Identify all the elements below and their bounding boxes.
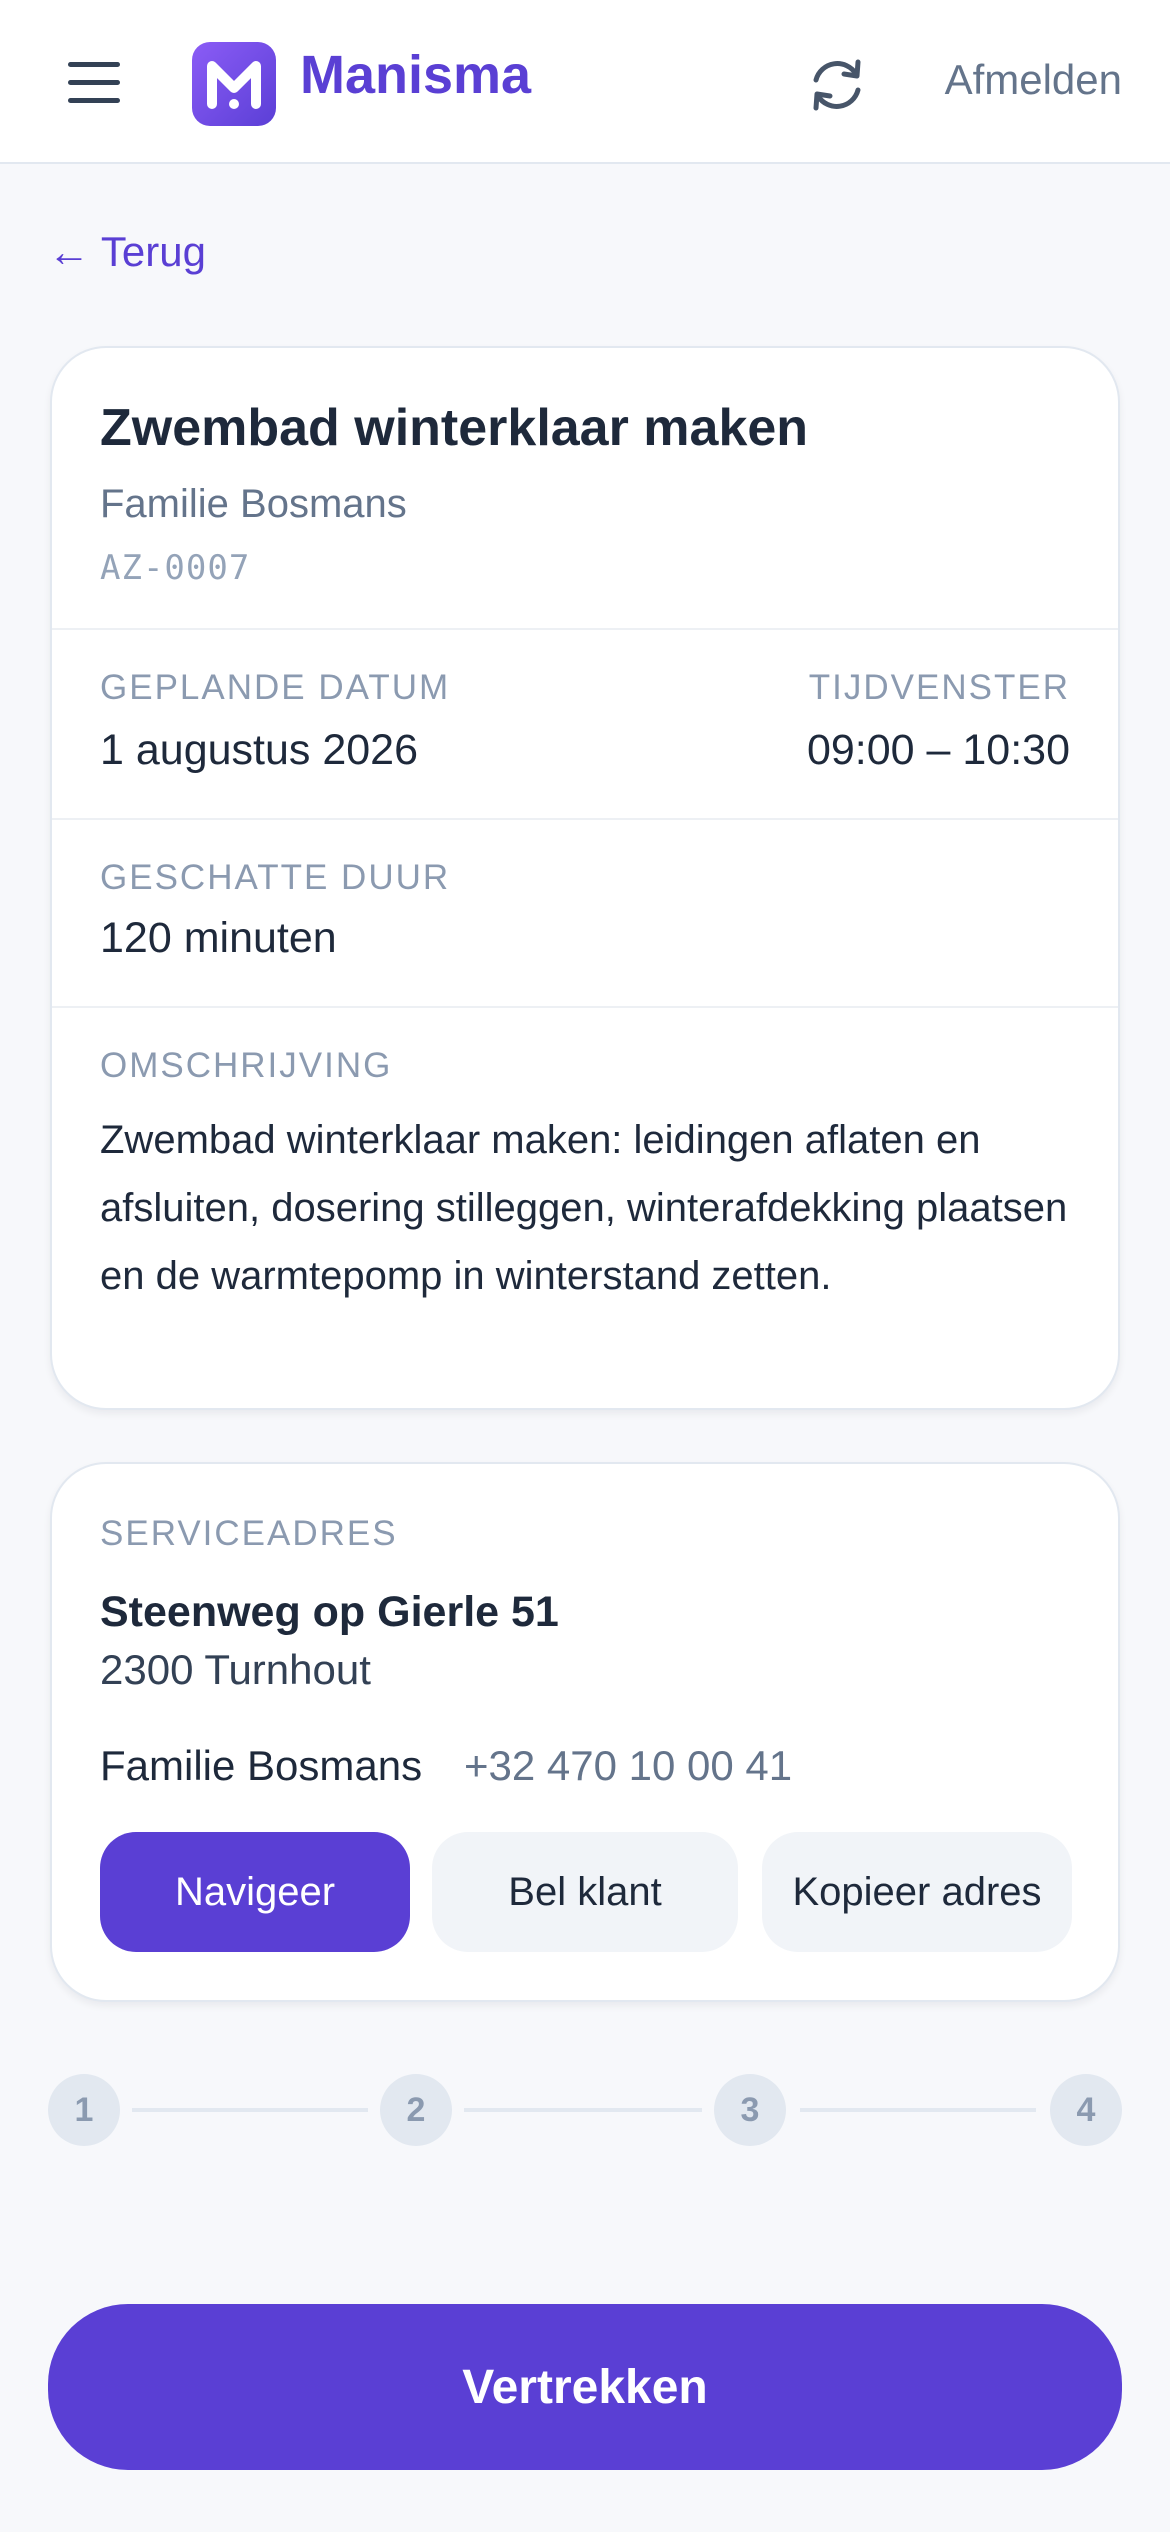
navigate-button[interactable]: Navigeer — [100, 1832, 410, 1952]
progress-stepper: 1 2 3 4 — [48, 2074, 1122, 2146]
step-3: 3 — [714, 2074, 786, 2146]
client-name: Familie Bosmans — [100, 482, 407, 526]
step-1: 1 — [48, 2074, 120, 2146]
divider — [52, 1006, 1118, 1008]
planned-date-label: GEPLANDE DATUM — [100, 668, 451, 707]
step-connector — [800, 2108, 1036, 2112]
top-bar: Manisma Afmelden — [0, 0, 1170, 164]
job-code: AZ-0007 — [100, 548, 251, 588]
depart-button[interactable]: Vertrekken — [48, 2304, 1122, 2470]
job-details-card: Zwembad winterklaar maken Familie Bosman… — [50, 346, 1120, 1410]
time-window-value: 09:00 – 10:30 — [806, 726, 1070, 774]
logout-button[interactable]: Afmelden — [945, 56, 1122, 104]
description-label: OMSCHRIJVING — [100, 1046, 393, 1085]
address-city: 2300 Turnhout — [100, 1646, 371, 1693]
address-street: Steenweg op Gierle 51 — [100, 1588, 559, 1636]
contact-name: Familie Bosmans — [100, 1742, 423, 1789]
job-title: Zwembad winterklaar maken — [100, 399, 809, 457]
service-address-card: SERVICEADRES Steenweg op Gierle 51 2300 … — [50, 1462, 1120, 2002]
refresh-icon[interactable] — [804, 52, 870, 118]
contact-phone[interactable]: +32 470 10 00 41 — [464, 1742, 792, 1790]
logo-icon — [192, 42, 276, 126]
step-connector — [464, 2108, 702, 2112]
step-2: 2 — [380, 2074, 452, 2146]
time-window-label: TIJDVENSTER — [808, 668, 1070, 707]
brand-name: Manisma — [300, 45, 532, 105]
menu-icon[interactable] — [64, 60, 120, 104]
back-link[interactable]: ← Terug — [48, 228, 206, 276]
divider — [52, 818, 1118, 820]
step-4: 4 — [1050, 2074, 1122, 2146]
duration-value: 120 minuten — [100, 914, 337, 962]
copy-address-button[interactable]: Kopieer adres — [762, 1832, 1072, 1952]
description-text: Zwembad winterklaar maken: leidingen afl… — [100, 1118, 1068, 1298]
step-connector — [132, 2108, 368, 2112]
divider — [52, 628, 1118, 630]
service-address-label: SERVICEADRES — [100, 1514, 398, 1553]
planned-date-value: 1 augustus 2026 — [100, 726, 418, 774]
call-client-button[interactable]: Bel klant — [432, 1832, 738, 1952]
duration-label: GESCHATTE DUUR — [100, 858, 451, 897]
